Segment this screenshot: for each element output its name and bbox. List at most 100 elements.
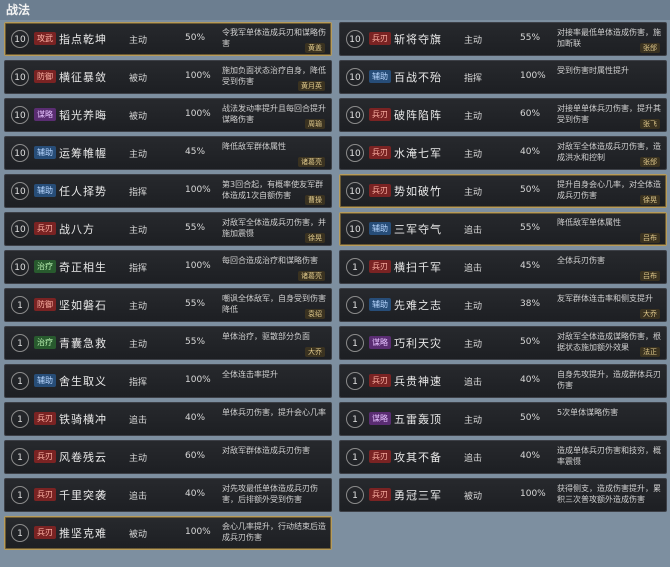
tactic-row[interactable]: 10 谋略 韬光养晦 被动 100% 战法发动率提升且每回合提升谋略伤害 周瑜 [4, 98, 332, 132]
tactic-owner-label: 张飞 [640, 119, 660, 129]
tactic-trigger-type: 被动 [129, 530, 148, 540]
tactics-grid: 10 攻武 指点乾坤 主动 50% 令我军单体造成兵刃和谋略伤害 黄盖 10 防御 横征暴敛 被动 1… [0, 20, 670, 567]
tactic-row[interactable]: 1 兵刃 兵贵神速 追击 40% 自身先攻提升，造成群体兵刃伤害 [339, 364, 667, 398]
tactic-level-badge: 1 [11, 410, 29, 428]
tactic-row[interactable]: 10 兵刃 战八方 主动 55% 对敌军全体造成兵刃伤害，并施加震慑 徐晃 [4, 212, 332, 246]
tactic-rate: 100% [185, 261, 211, 271]
tactic-description: 对敌军群体造成兵刃伤害 [222, 446, 310, 455]
tactic-type-tag: 辅助 [34, 146, 56, 159]
tactic-row[interactable]: 10 兵刃 破阵陷阵 主动 60% 对接单单体兵刃伤害，提升其受到伤害 张飞 [339, 98, 667, 132]
tactic-trigger-type: 主动 [464, 36, 483, 46]
page-title: 战法 [0, 0, 670, 20]
tactic-level-badge: 10 [346, 68, 364, 86]
tactic-name: 三军夺气 [394, 223, 442, 236]
tactic-rate: 60% [520, 109, 541, 119]
tactic-name: 百战不殆 [394, 71, 442, 84]
tactic-name: 指点乾坤 [59, 33, 107, 46]
tactic-row[interactable]: 10 辅助 百战不殆 指挥 100% 受到伤害时属性提升 [339, 60, 667, 94]
tactic-row[interactable]: 10 辅助 任人择势 指挥 100% 第3回合起，有概率使友军群体造成1次自额伤害 曹操 [4, 174, 332, 208]
tactic-type-tag: 防御 [34, 298, 56, 311]
tactic-level-badge: 10 [11, 30, 29, 48]
tactic-level-badge: 1 [11, 296, 29, 314]
tactic-trigger-type: 主动 [129, 36, 148, 46]
tactic-description: 5次单体谋略伤害 [557, 408, 619, 417]
tactic-level-badge: 1 [346, 372, 364, 390]
tactic-type-tag: 兵刃 [34, 488, 56, 501]
tactic-row[interactable]: 1 谋略 五雷轰顶 主动 50% 5次单体谋略伤害 [339, 402, 667, 436]
tactic-type-tag: 辅助 [369, 298, 391, 311]
tactic-name: 破阵陷阵 [394, 109, 442, 122]
tactic-row[interactable]: 1 兵刃 横扫千军 追击 45% 全体兵刃伤害 吕布 [339, 250, 667, 284]
tactic-row[interactable]: 10 兵刃 水淹七军 主动 40% 对敌军全体造成兵刃伤害，造成洪水和控制 张郃 [339, 136, 667, 170]
tactic-owner-label: 吕布 [640, 271, 660, 281]
tactic-owner-label: 诸葛亮 [298, 271, 325, 281]
tactic-owner-label: 大乔 [640, 309, 660, 319]
tactic-row[interactable]: 10 辅助 三军夺气 追击 55% 降低敌军单体属性 吕布 [339, 212, 667, 246]
tactic-row[interactable]: 1 兵刃 千里突袭 追击 40% 对先攻最低单体造成兵刃伤害，后排额外受到伤害 [4, 478, 332, 512]
tactic-description: 全体兵刃伤害 [557, 256, 605, 265]
tactic-row[interactable]: 10 兵刃 斩将夺旗 主动 55% 对接率最低单体造成伤害，施加断联 张郃 [339, 22, 667, 56]
tactic-trigger-type: 追击 [464, 378, 483, 388]
tactic-row[interactable]: 1 谋略 巧利天灾 主动 50% 对敌军全体造成谋略伤害，根据状态施加额外效果 法正 [339, 326, 667, 360]
tactic-row[interactable]: 1 兵刃 铁骑横冲 追击 40% 单体兵刃伤害，提升会心几率 [4, 402, 332, 436]
tactic-name: 势如破竹 [394, 185, 442, 198]
tactic-row[interactable]: 1 兵刃 勇冠三军 被动 100% 获得侧支，造成伤害提升，累积三次普攻额外造成伤害 [339, 478, 667, 512]
tactic-rate: 55% [185, 223, 206, 233]
tactic-description: 单体兵刃伤害，提升会心几率 [222, 408, 326, 417]
tactic-rate: 100% [185, 71, 211, 81]
tactic-owner-label: 大乔 [305, 347, 325, 357]
tactic-row[interactable]: 1 兵刃 推坚克难 被动 100% 会心几率提升，行动结束后造成兵刃伤害 [4, 516, 332, 550]
tactic-trigger-type: 主动 [129, 302, 148, 312]
tactic-description: 自身先攻提升，造成群体兵刃伤害 [557, 370, 661, 390]
tactic-name: 水淹七军 [394, 147, 442, 160]
tactic-level-badge: 1 [11, 486, 29, 504]
tactic-row[interactable]: 10 防御 横征暴敛 被动 100% 施加负面状态治疗自身，降低受到伤害 黄月英 [4, 60, 332, 94]
tactic-level-badge: 1 [346, 296, 364, 314]
tactic-description: 降低敌军单体属性 [557, 218, 621, 227]
tactic-name: 勇冠三军 [394, 489, 442, 502]
tactic-type-tag: 谋略 [34, 108, 56, 121]
tactic-level-badge: 10 [11, 106, 29, 124]
tactic-rate: 100% [185, 185, 211, 195]
tactic-description: 会心几率提升，行动结束后造成兵刃伤害 [222, 522, 326, 542]
tactic-row[interactable]: 10 辅助 运筹帷幄 主动 45% 降低敌军群体属性 诸葛亮 [4, 136, 332, 170]
tactic-level-badge: 1 [11, 334, 29, 352]
tactic-row[interactable]: 10 攻武 指点乾坤 主动 50% 令我军单体造成兵刃和谋略伤害 黄盖 [4, 22, 332, 56]
tactic-rate: 40% [520, 147, 541, 157]
tactic-name: 斩将夺旗 [394, 33, 442, 46]
tactic-owner-label: 徐晃 [640, 195, 660, 205]
tactic-trigger-type: 被动 [129, 112, 148, 122]
tactic-row[interactable]: 1 兵刃 风卷残云 主动 60% 对敌军群体造成兵刃伤害 [4, 440, 332, 474]
tactic-type-tag: 辅助 [369, 70, 391, 83]
tactic-name: 千里突袭 [59, 489, 107, 502]
tactic-trigger-type: 主动 [129, 226, 148, 236]
tactic-row[interactable]: 1 兵刃 攻其不备 追击 40% 造成单体兵刃伤害和技穷，概率震慑 [339, 440, 667, 474]
tactic-rate: 40% [185, 413, 206, 423]
tactic-trigger-type: 追击 [464, 226, 483, 236]
tactic-row[interactable]: 1 辅助 舍生取义 指挥 100% 全体连击率提升 [4, 364, 332, 398]
tactic-rate: 100% [185, 375, 211, 385]
tactic-row[interactable]: 10 兵刃 势如破竹 主动 50% 提升自身会心几率，对全体造成兵刃伤害 徐晃 [339, 174, 667, 208]
tactic-description: 降低敌军群体属性 [222, 142, 286, 151]
tactic-name: 兵贵神速 [394, 375, 442, 388]
tactic-rate: 100% [185, 109, 211, 119]
tactic-name: 先难之志 [394, 299, 442, 312]
tactic-trigger-type: 追击 [129, 492, 148, 502]
tactic-type-tag: 攻武 [34, 32, 56, 45]
tactic-level-badge: 1 [11, 372, 29, 390]
tactic-rate: 45% [520, 261, 541, 271]
tactic-rate: 38% [520, 299, 541, 309]
tactic-row[interactable]: 10 治疗 奇正相生 指挥 100% 每回合造成治疗和谋略伤害 诸葛亮 [4, 250, 332, 284]
tactic-row[interactable]: 1 辅助 先难之志 主动 38% 友军群体连击率和侧支提升 大乔 [339, 288, 667, 322]
tactic-rate: 55% [520, 33, 541, 43]
tactic-row[interactable]: 1 治疗 青囊急救 主动 55% 单体治疗，驱散部分负面 大乔 [4, 326, 332, 360]
tactic-trigger-type: 指挥 [129, 264, 148, 274]
tactic-rate: 50% [520, 185, 541, 195]
tactic-trigger-type: 主动 [129, 150, 148, 160]
tactic-rate: 55% [185, 299, 206, 309]
tactic-type-tag: 兵刃 [369, 374, 391, 387]
tactic-rate: 45% [185, 147, 206, 157]
tactic-row[interactable]: 1 防御 坚如磐石 主动 55% 嘲讽全体敌军，自身受到伤害降低 袁绍 [4, 288, 332, 322]
tactic-level-badge: 10 [11, 258, 29, 276]
tactic-type-tag: 辅助 [34, 374, 56, 387]
